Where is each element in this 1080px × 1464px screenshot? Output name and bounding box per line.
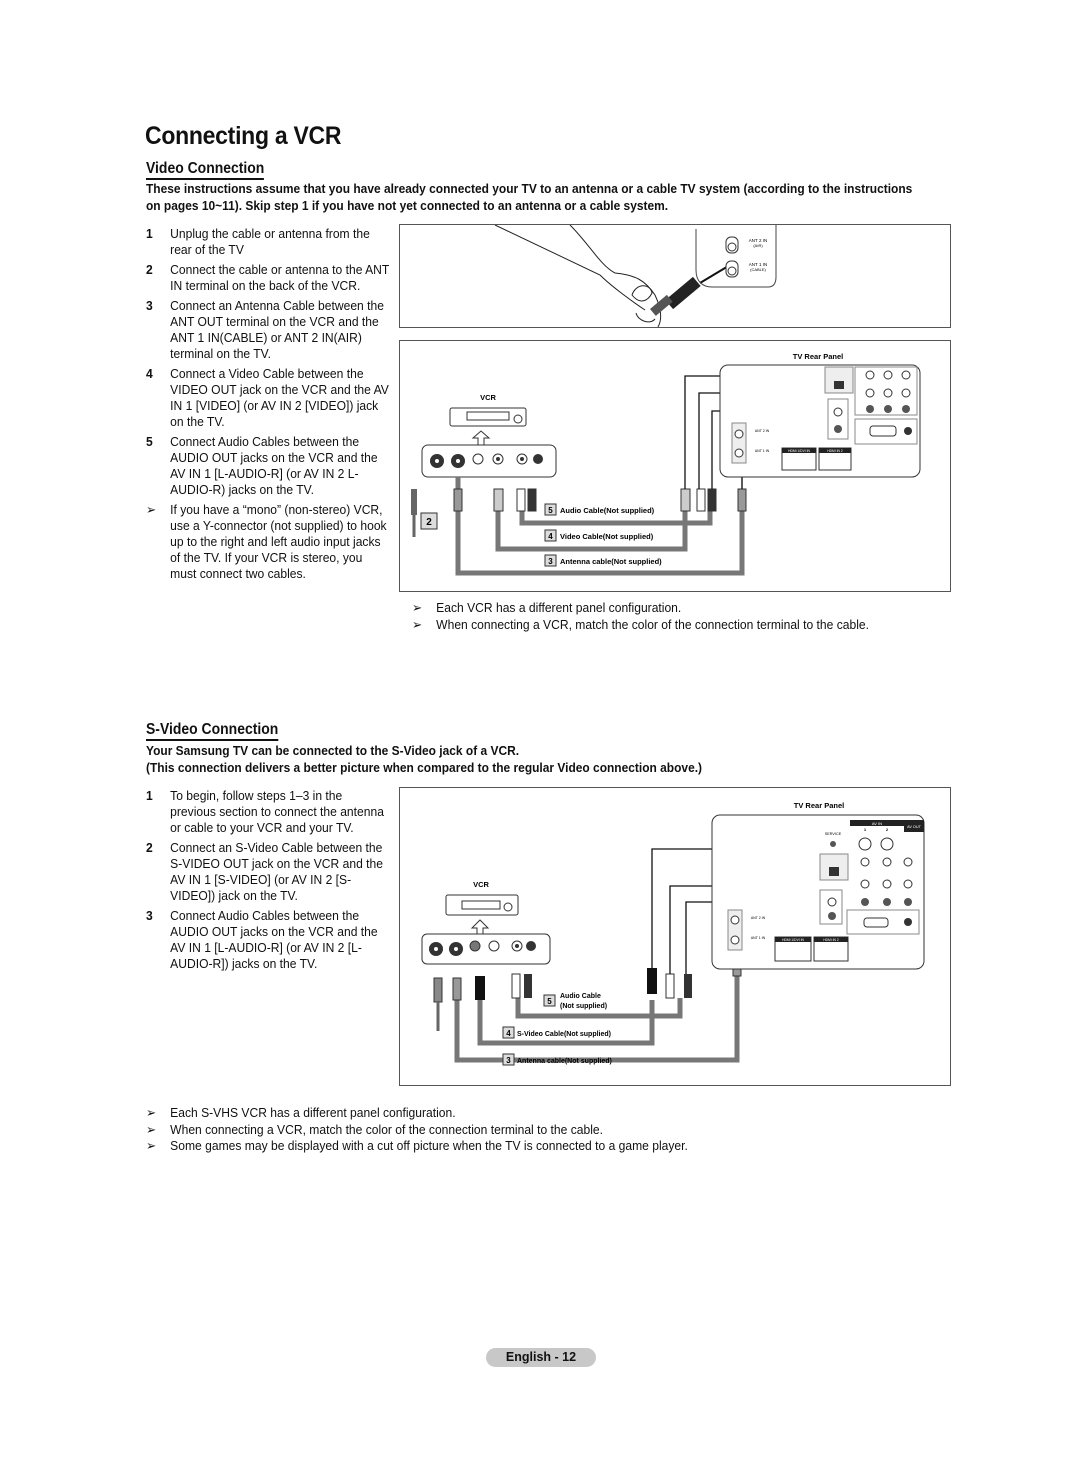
vcr-front-icon	[449, 407, 527, 427]
step-item: 1 To begin, follow steps 1–3 in the previ…	[146, 788, 384, 835]
svg-text:2: 2	[426, 517, 432, 528]
vcr-back-panel	[421, 444, 557, 478]
coax-plug-icon	[665, 276, 701, 310]
svg-text:(AIR): (AIR)	[753, 243, 763, 248]
vcr-label: VCR	[480, 393, 496, 402]
svg-text:HDMI 1/DVI IN: HDMI 1/DVI IN	[782, 938, 804, 942]
note-arrow-icon: ➢	[146, 1138, 157, 1153]
svg-text:SERVICE: SERVICE	[825, 832, 842, 836]
video-cable-label: Video Cable(Not supplied)	[560, 532, 654, 541]
up-arrow-icon	[471, 430, 491, 445]
svg-text:ANT 1 IN: ANT 1 IN	[755, 449, 770, 453]
up-arrow-icon	[470, 919, 490, 934]
svg-text:5: 5	[547, 997, 552, 1006]
step-item: 3 Connect an Antenna Cable between the AN…	[146, 298, 384, 361]
note-arrow-icon: ➢	[412, 600, 423, 615]
video-connection-heading: Video Connection	[146, 160, 265, 180]
svg-text:HDMI IN 2: HDMI IN 2	[827, 449, 843, 453]
svg-text:(CABLE): (CABLE)	[750, 267, 766, 272]
svg-text:AV IN: AV IN	[872, 821, 882, 826]
svg-text:3: 3	[506, 1056, 511, 1065]
svg-text:4: 4	[548, 532, 553, 541]
antenna-cable-label: Antenna cable(Not supplied)	[560, 557, 662, 566]
svideo-cable-label: S-Video Cable(Not supplied)	[517, 1031, 611, 1038]
tv-rear-panel: ANT 2 IN ANT 1 IN HDMI 1/DVI IN HDMI IN …	[719, 364, 921, 478]
tv-rear-panel-label: TV Rear Panel	[793, 352, 843, 361]
note-item: ➢ Each VCR has a different panel configur…	[412, 600, 682, 615]
video-intro: These instructions assume that you have …	[146, 181, 913, 213]
note-arrow-icon: ➢	[146, 1105, 157, 1120]
page-number-badge: English - 12	[486, 1348, 596, 1367]
svideo-connection-diagram: VCR 5 Audio Cable (Not supplied) 4 S-Vid…	[399, 787, 951, 1086]
svg-text:HDMI IN 2: HDMI IN 2	[823, 938, 839, 942]
note-arrow-icon: ➢	[146, 502, 157, 517]
note-item: ➢ Each S-VHS VCR has a different panel co…	[146, 1105, 456, 1120]
vcr-back-panel	[421, 933, 551, 965]
video-steps: 1 Unplug the cable or antenna from the re…	[146, 226, 390, 586]
step-item: 2 Connect an S-Video Cable between the S-…	[146, 840, 383, 903]
note-item: ➢ When connecting a VCR, match the color …	[146, 1121, 603, 1137]
step-item: 3 Connect Audio Cables between the AUDIO …	[146, 908, 378, 971]
step-item: 5 Connect Audio Cables between the AUDIO …	[146, 434, 378, 497]
step-item: 2 Connect the cable or antenna to the ANT…	[146, 262, 390, 293]
hand-cable-illustration: ANT 2 IN (AIR) ANT 1 IN (CABLE)	[494, 224, 777, 328]
video-cable	[495, 511, 688, 552]
video-notes: ➢ Each VCR has a different panel configur…	[412, 600, 933, 633]
vcr-front-icon	[445, 894, 519, 916]
svg-text:HDMI 1/DVI IN: HDMI 1/DVI IN	[788, 449, 810, 453]
svideo-connection-heading: S-Video Connection	[146, 721, 279, 741]
svg-text:3: 3	[548, 557, 553, 566]
svg-text:ANT 2 IN: ANT 2 IN	[751, 916, 766, 920]
svideo-steps: 1 To begin, follow steps 1–3 in the previ…	[146, 788, 390, 976]
note-arrow-icon: ➢	[146, 1121, 157, 1137]
note-item: ➢ Some games may be displayed with a cut …	[146, 1138, 688, 1153]
svg-text:4: 4	[506, 1029, 511, 1038]
svideo-intro: Your Samsung TV can be connected to the …	[146, 743, 703, 775]
ant2-port-icon	[725, 236, 739, 254]
tv-rear-panel-label: TV Rear Panel	[794, 801, 844, 810]
step-item: 1 Unplug the cable or antenna from the re…	[146, 226, 370, 257]
svg-text:AV OUT: AV OUT	[907, 825, 922, 829]
note-item: ➢ When connecting a VCR, match the color …	[412, 616, 869, 632]
svg-text:5: 5	[548, 506, 553, 515]
vcr-label: VCR	[473, 880, 489, 889]
antenna-unplug-figure: ANT 2 IN (AIR) ANT 1 IN (CABLE)	[399, 224, 951, 328]
loose-antenna-plug-icon	[433, 977, 443, 1003]
svideo-notes: ➢ Each S-VHS VCR has a different panel co…	[146, 1105, 741, 1155]
note-arrow-icon: ➢	[412, 616, 423, 632]
video-connection-diagram: VCR 2 5 Audio Cable(Not supplied) 4 Vide…	[399, 340, 951, 592]
step-item: 4 Connect a Video Cable between the VIDEO…	[146, 366, 389, 429]
tv-rear-panel: SERVICE AV IN AV OUT 1 2 ANT 2 IN ANT 1 …	[711, 814, 925, 970]
loose-antenna-plug-icon	[411, 489, 417, 515]
tip-item: ➢ If you have a “mono” (non-stereo) VCR, …	[146, 502, 387, 581]
ant1-port-icon	[725, 260, 739, 278]
svg-text:ANT 2 IN: ANT 2 IN	[755, 429, 770, 433]
svg-text:(Not supplied): (Not supplied)	[560, 1003, 607, 1010]
audio-cable-label: Audio Cable	[560, 993, 601, 1000]
antenna-cable-label: Antenna cable(Not supplied)	[517, 1058, 612, 1065]
svg-text:ANT 1 IN: ANT 1 IN	[751, 936, 766, 940]
audio-cable-label: Audio Cable(Not supplied)	[560, 506, 655, 515]
page-title: Connecting a VCR	[145, 122, 342, 150]
